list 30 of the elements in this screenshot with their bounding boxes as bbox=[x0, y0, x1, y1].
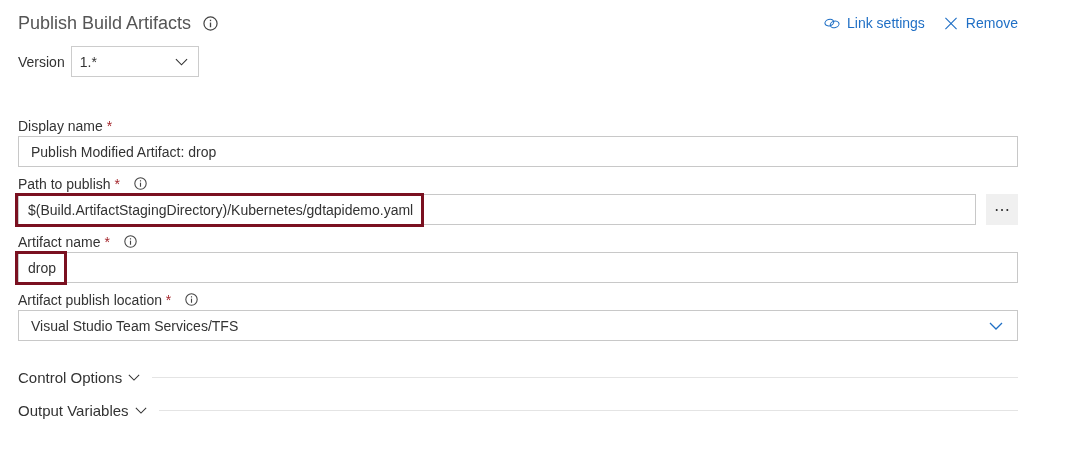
field-label: Artifact name * bbox=[18, 233, 110, 250]
chevron-down-icon bbox=[174, 57, 188, 66]
chevron-down-icon bbox=[128, 374, 141, 381]
field-value: Publish Modified Artifact: drop bbox=[31, 143, 217, 160]
section-toggle[interactable]: Output Variables bbox=[18, 402, 147, 419]
link-icon bbox=[824, 16, 841, 30]
highlighted-value: drop bbox=[15, 250, 68, 285]
chevron-down-icon bbox=[134, 407, 147, 414]
info-icon[interactable] bbox=[203, 15, 219, 31]
close-icon bbox=[942, 16, 959, 30]
field-label: Path to publish * bbox=[18, 175, 120, 192]
field-label: Display name * bbox=[18, 117, 113, 134]
task-title: Publish Build Artifacts bbox=[18, 12, 192, 34]
input-field[interactable]: Publish Modified Artifact: drop bbox=[18, 136, 1018, 167]
info-icon[interactable] bbox=[133, 177, 147, 190]
section-toggle[interactable]: Control Options bbox=[18, 369, 141, 386]
link-settings-button[interactable]: Link settings bbox=[824, 15, 925, 31]
highlighted-value: $(Build.ArtifactStagingDirectory)/Kubernetes/gdtapidemo.yaml bbox=[15, 192, 425, 227]
field-value: Visual Studio Team Services/TFS bbox=[31, 317, 239, 334]
chevron-down-icon[interactable] bbox=[989, 321, 1003, 330]
input-field[interactable]: drop bbox=[18, 252, 1018, 283]
version-dropdown[interactable]: 1.* bbox=[70, 46, 199, 77]
location-dropdown[interactable]: Visual Studio Team Services/TFS bbox=[18, 310, 1018, 341]
field-label: Artifact publish location * bbox=[18, 291, 172, 308]
browse-button[interactable]: ⋯ bbox=[986, 194, 1018, 225]
info-icon[interactable] bbox=[185, 293, 199, 306]
remove-button[interactable]: Remove bbox=[942, 15, 1018, 31]
version-label: Version bbox=[18, 53, 65, 70]
input-field[interactable]: $(Build.ArtifactStagingDirectory)/Kubernetes/gdtapidemo.yaml bbox=[18, 194, 976, 225]
info-icon[interactable] bbox=[123, 235, 137, 248]
